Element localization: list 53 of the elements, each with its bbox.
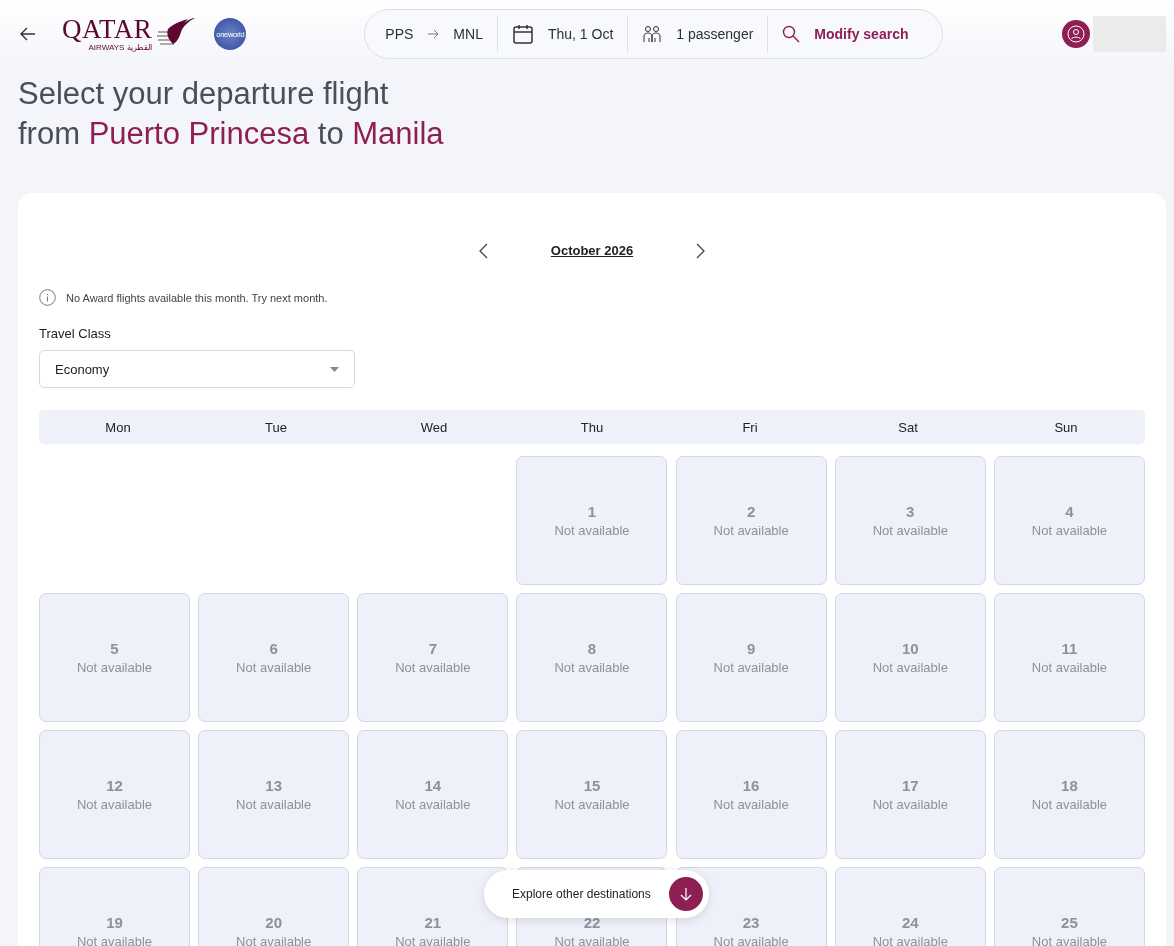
calendar-day[interactable]: 13 Not available [198, 730, 350, 859]
weekday-label: Mon [104, 419, 132, 435]
calendar-day[interactable]: 9 Not available [675, 593, 827, 722]
weekday-label: Wed [419, 419, 449, 435]
calendar-day[interactable]: 17 Not available [834, 730, 986, 859]
explore-destinations-link[interactable]: Explore other destinations [512, 887, 651, 901]
calendar-day[interactable]: 7 Not available [357, 593, 509, 722]
calendar-day[interactable]: 8 Not available [516, 593, 668, 722]
weekday-label: Sat [897, 419, 919, 435]
calendar-day[interactable]: 1 Not available [516, 456, 668, 585]
destination-code: MNL [453, 26, 483, 42]
passengers-icon [642, 24, 663, 44]
weekday-label: Fri [741, 419, 759, 435]
availability-notice: No Award flights available this month. Try next month. [66, 291, 328, 304]
calendar-day[interactable]: 2 Not available [675, 456, 827, 585]
calendar-day[interactable]: 4 Not available [993, 456, 1145, 585]
page-heading: Select your departure flight from Puerto Princesa to Manila [18, 75, 445, 153]
weekday-label: Sun [1053, 419, 1079, 435]
calendar-day[interactable]: 14 Not available [357, 730, 509, 859]
travel-class-label: Travel Class [39, 326, 112, 341]
arrow-right-icon [427, 29, 440, 39]
logo-subtitle: AIRWAYS [88, 44, 125, 52]
calendar-day[interactable]: 16 Not available [675, 730, 827, 859]
passenger-count: 1 passenger [676, 26, 754, 42]
user-avatar-icon[interactable] [1062, 20, 1090, 48]
calendar-day[interactable]: 15 Not available [516, 730, 668, 859]
logo-arabic-text: القطرية [127, 44, 153, 52]
modify-search-button[interactable]: Modify search [814, 26, 909, 42]
calendar-day[interactable]: 10 Not available [834, 593, 986, 722]
dropdown-caret-icon [330, 366, 339, 372]
calendar-day[interactable]: 20 Not available [198, 867, 350, 946]
calendar-day[interactable]: 3 Not available [834, 456, 986, 585]
weekday-label: Thu [579, 419, 605, 435]
travel-class-dropdown[interactable]: Economy [39, 350, 355, 388]
calendar-day[interactable]: 18 Not available [993, 730, 1145, 859]
calendar-day[interactable]: 21 Not available [357, 867, 509, 946]
calendar-icon [511, 23, 534, 45]
calendar-day[interactable]: 12 Not available [39, 730, 190, 859]
down-arrow-icon [678, 887, 693, 901]
logo-wordmark: QATAR [62, 16, 153, 43]
calendar-day[interactable]: 19 Not available [39, 867, 190, 946]
scroll-down-button[interactable] [668, 877, 703, 911]
info-icon [39, 289, 56, 306]
month-title[interactable]: October 2026 [534, 242, 650, 260]
travel-date: Thu, 1 Oct [547, 26, 614, 42]
calendar-day[interactable]: 5 Not available [39, 593, 190, 722]
weekday-label: Tue [264, 419, 288, 435]
calendar-day[interactable]: 24 Not available [834, 867, 986, 946]
calendar-day[interactable]: 11 Not available [993, 593, 1145, 722]
calendar-day[interactable]: 25 Not available [993, 867, 1145, 946]
search-icon [782, 25, 801, 43]
origin-code: PPS [385, 26, 414, 42]
calendar-day[interactable]: 6 Not available [198, 593, 350, 722]
